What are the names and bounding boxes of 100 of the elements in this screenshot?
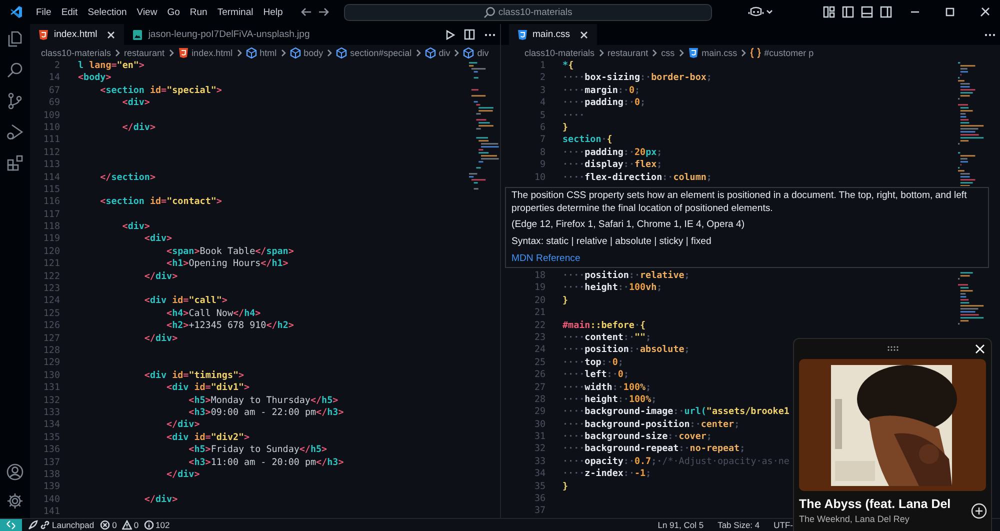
line-number: 114 <box>42 172 61 184</box>
code-line: ····left:·0; <box>562 369 629 382</box>
line-number: 69 <box>48 97 61 110</box>
left-sidebar-icon[interactable] <box>842 6 854 18</box>
breadcrumb-item[interactable]: class10-materials <box>41 48 112 58</box>
run-debug-icon[interactable] <box>6 123 24 141</box>
launchpad-button[interactable]: Launchpad <box>28 519 94 531</box>
remote-icon <box>6 520 16 530</box>
cube-icon <box>336 46 348 58</box>
tooltip-text: (Edge 12, Firefox 1, Safari 1, Chrome 1, IE 4, Opera 4) <box>512 219 746 232</box>
breadcrumb-item[interactable]: html <box>246 46 277 58</box>
line-number: 126 <box>42 320 61 333</box>
close-icon[interactable] <box>579 30 589 40</box>
split-editor-icon[interactable] <box>464 29 475 40</box>
robot-icon[interactable] <box>748 6 764 18</box>
breadcrumb-item[interactable]: index.html <box>178 46 233 58</box>
code-line: } <box>562 480 568 494</box>
right-sidebar-icon[interactable] <box>880 6 892 18</box>
chevron-icon <box>168 48 175 58</box>
menu-item[interactable]: Go <box>162 3 185 21</box>
layout-icon[interactable] <box>823 6 835 18</box>
line-number: 139 <box>42 481 61 494</box>
add-icon[interactable] <box>971 502 987 518</box>
play-icon[interactable] <box>444 30 455 40</box>
line-number: 141 <box>42 506 61 518</box>
code-line: <section id="contact"> <box>99 196 222 209</box>
extensions-icon[interactable] <box>6 154 24 172</box>
breadcrumb-item[interactable]: main.css <box>688 46 738 58</box>
line-number: 117 <box>42 208 61 222</box>
account-icon[interactable] <box>6 463 24 481</box>
more-icon[interactable] <box>984 32 996 36</box>
breadcrumb-item[interactable]: body <box>290 46 324 58</box>
breadcrumb-item[interactable]: class10-materials <box>524 48 595 58</box>
code-line: <div> <box>121 221 150 234</box>
code-line: <div id="div2"> <box>166 432 250 444</box>
menu-item[interactable]: File <box>31 3 56 21</box>
code-line: <h4>Call Now</h4> <box>166 308 261 320</box>
editor-tab[interactable]: jason-leung-poI7DelFiVA-unsplash.jpg <box>124 24 318 45</box>
code-line: <div id="div1"> <box>166 382 250 395</box>
breadcrumb-item[interactable]: restaurant <box>608 48 648 58</box>
menu-item[interactable]: Edit <box>56 3 83 21</box>
menu-item[interactable]: Terminal <box>212 3 258 21</box>
drag-handle-icon[interactable] <box>886 346 898 351</box>
breadcrumb-item[interactable]: div <box>424 46 450 58</box>
file-icon <box>688 46 699 58</box>
command-center-button[interactable]: class10-materials <box>344 4 712 20</box>
editor-tab[interactable]: main.css <box>508 24 597 45</box>
code-line: <h1>Opening Hours</h1> <box>166 258 288 271</box>
code-line: ····height:·100vh; <box>562 282 662 295</box>
search-icon[interactable] <box>6 61 24 79</box>
arrow-left-icon[interactable] <box>300 7 312 17</box>
breadcrumb-item[interactable]: section#special <box>336 46 412 58</box>
maximize-icon[interactable] <box>945 7 955 17</box>
line-number: 23 <box>533 332 547 344</box>
source-control-icon[interactable] <box>6 92 24 110</box>
file-icon <box>132 28 144 40</box>
line-number: 116 <box>42 196 61 209</box>
menu-item[interactable]: View <box>132 3 162 21</box>
breadcrumb-item[interactable]: css <box>661 48 675 58</box>
line-number: 129 <box>42 357 61 370</box>
breadcrumb-item[interactable]: div <box>463 46 489 58</box>
settings-icon[interactable] <box>6 492 24 510</box>
breadcrumb-item[interactable]: restaurant <box>124 48 165 58</box>
status-item[interactable]: Ln 91, Col 5 <box>658 519 704 531</box>
cube-icon <box>290 46 301 58</box>
bottom-panel-icon[interactable] <box>861 6 873 18</box>
line-number: 24 <box>533 344 547 357</box>
line-number: 125 <box>42 308 61 320</box>
file-icon <box>178 46 189 58</box>
code-line: *{ <box>562 60 574 72</box>
arrow-right-icon[interactable] <box>318 7 330 17</box>
editor-tab[interactable]: index.html <box>30 24 124 45</box>
line-number: 19 <box>533 282 547 295</box>
remote-button[interactable] <box>0 519 22 531</box>
code-line: ····top:·0; <box>562 356 624 370</box>
close-icon[interactable] <box>106 30 116 40</box>
menu-item[interactable]: Selection <box>82 3 132 21</box>
tooltip-text: Syntax: static | relative | absolute | sticky | fixed <box>512 236 712 248</box>
breadcrumb-item[interactable]: #customer p <box>750 46 814 58</box>
chevron-icon <box>453 48 460 58</box>
caret-icon[interactable] <box>766 9 773 15</box>
status-item[interactable]: UTF- <box>774 519 793 531</box>
menu-item[interactable]: Run <box>184 3 212 21</box>
logo-icon <box>9 5 23 19</box>
code-line: <h5>Friday to Sunday</h5> <box>188 444 328 456</box>
status-item[interactable]: Tab Size: 4 <box>718 519 760 531</box>
code-line: ····width:·100%; <box>562 382 652 394</box>
code-line: <div id="call"> <box>143 295 228 308</box>
files-icon[interactable] <box>6 30 24 48</box>
chevron-icon <box>598 48 605 58</box>
problems-button[interactable]: 0 0 102 <box>100 519 170 531</box>
line-number: 5 <box>538 110 547 122</box>
line-number: 67 <box>48 84 61 98</box>
line-number: 110 <box>42 122 61 134</box>
line-number: 14 <box>48 72 61 85</box>
close-icon[interactable] <box>980 7 990 17</box>
menu-item[interactable]: Help <box>258 3 288 21</box>
more-icon[interactable] <box>484 32 496 36</box>
cube-icon <box>463 46 474 58</box>
mdn-link[interactable]: MDN Reference <box>512 252 580 265</box>
